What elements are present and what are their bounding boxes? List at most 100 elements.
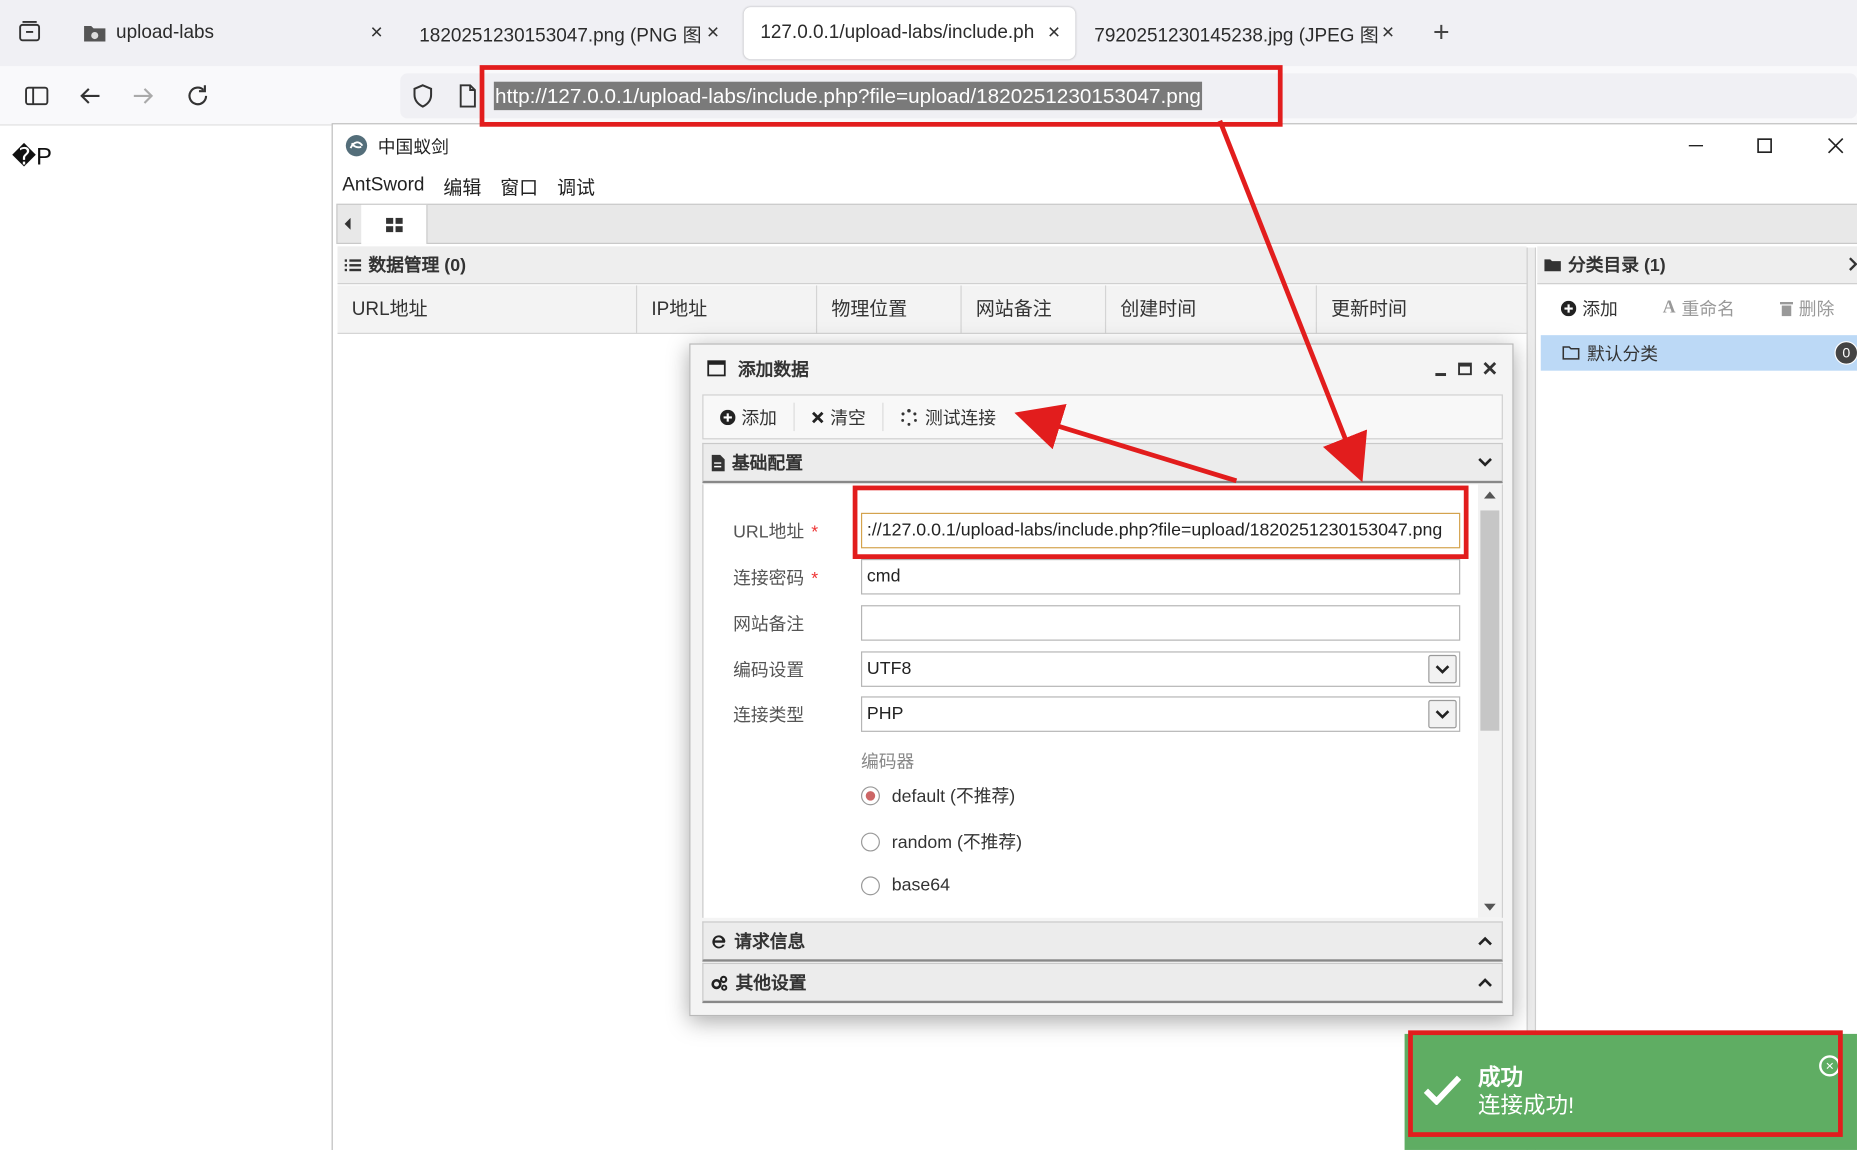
dialog-maximize-icon[interactable]	[1458, 362, 1472, 376]
column-note[interactable]: 网站备注	[962, 285, 1107, 334]
test-connection-label: 测试连接	[924, 407, 997, 429]
section-basic-config[interactable]: 基础配置	[702, 442, 1503, 484]
radio-icon	[860, 875, 880, 895]
shield-icon[interactable]	[410, 83, 436, 109]
column-updated[interactable]: 更新时间	[1317, 285, 1527, 334]
chevron-up-icon	[1478, 977, 1492, 988]
sidebar-toggle-icon[interactable]	[19, 78, 55, 114]
tab-close-icon[interactable]: ×	[1376, 20, 1400, 45]
dialog-minimize-icon[interactable]	[1434, 364, 1447, 377]
scrollbar-thumb[interactable]	[1480, 510, 1500, 731]
ie-icon	[711, 933, 728, 950]
forward-icon[interactable]	[126, 78, 162, 114]
column-location[interactable]: 物理位置	[817, 285, 962, 334]
category-count-badge: 0	[1834, 341, 1857, 365]
menu-debug[interactable]: 调试	[557, 172, 595, 200]
browser-tab-png-image[interactable]: 1820251230153047.png (PNG 图像 ×	[403, 7, 735, 59]
back-icon[interactable]	[72, 78, 108, 114]
browser-tab-upload-labs[interactable]: upload-labs ×	[66, 7, 398, 59]
toast-title: 成功	[1478, 1065, 1524, 1091]
dialog-clear-button[interactable]: 清空	[795, 402, 884, 432]
plus-circle-icon	[720, 409, 736, 425]
scroll-down-icon[interactable]	[1483, 903, 1496, 911]
menu-edit[interactable]: 编辑	[443, 172, 481, 200]
dialog-close-icon[interactable]	[1483, 361, 1497, 375]
type-select[interactable]: PHP	[860, 696, 1461, 732]
category-rename-button[interactable]: A 重命名	[1663, 295, 1735, 320]
chevron-right-icon[interactable]	[1849, 257, 1857, 271]
address-url-text[interactable]: http://127.0.0.1/upload-labs/include.php…	[493, 81, 1203, 111]
category-item-label: 默认分类	[1586, 344, 1659, 365]
dialog-toolbar: 添加 清空 测试连接	[702, 394, 1503, 440]
scroll-left-icon[interactable]	[342, 216, 351, 239]
menu-antsword[interactable]: AntSword	[342, 175, 424, 196]
password-field-label: 连接密码 *	[733, 568, 819, 589]
scroll-up-icon[interactable]	[1483, 491, 1496, 499]
toast-close-icon[interactable]: ×	[1819, 1055, 1841, 1077]
test-connection-button[interactable]: 测试连接	[884, 403, 1013, 431]
encoder-option-label: default (不推荐)	[891, 786, 1016, 807]
browser-tab-jpeg-image[interactable]: 7920251230145238.jpg (JPEG 图像 ×	[1078, 7, 1410, 59]
dialog-title-bar: 添加数据	[690, 345, 1512, 392]
encoder-radio-base64[interactable]: base64	[860, 875, 950, 895]
window-icon	[707, 360, 726, 377]
dialog-add-button[interactable]: 添加	[703, 402, 795, 432]
tab-close-icon[interactable]: ×	[365, 20, 389, 45]
encoding-select[interactable]: UTF8	[860, 651, 1461, 687]
page-icon[interactable]	[457, 83, 478, 109]
column-ip[interactable]: IP地址	[637, 285, 818, 334]
antsword-menu-bar: AntSword 编辑 窗口 调试	[333, 169, 605, 202]
antsword-logo-icon	[345, 134, 369, 158]
column-url[interactable]: URL地址	[338, 285, 638, 334]
browser-tab-include-php[interactable]: 127.0.0.1/upload-labs/include.ph ×	[743, 7, 1076, 60]
tab-label: 127.0.0.1/upload-labs/include.ph	[760, 22, 1035, 43]
list-icon	[344, 258, 362, 272]
section-request-info[interactable]: 请求信息	[702, 921, 1503, 962]
section-other-settings[interactable]: 其他设置	[702, 962, 1503, 1004]
tab-close-icon[interactable]: ×	[701, 20, 725, 45]
chevron-down-icon[interactable]	[1428, 654, 1457, 684]
success-toast: 成功 连接成功! ×	[1404, 1033, 1857, 1150]
category-toolbar: 添加 A 重命名 删除	[1537, 285, 1857, 330]
category-add-button[interactable]: 添加	[1560, 295, 1618, 320]
chevron-down-icon[interactable]	[1428, 699, 1457, 729]
column-created[interactable]: 创建时间	[1106, 285, 1317, 334]
home-tab[interactable]	[361, 204, 428, 244]
plus-circle-icon	[1560, 300, 1577, 316]
data-panel-header: 数据管理 (0)	[337, 246, 1527, 285]
panel-splitter[interactable]	[1526, 247, 1537, 1150]
toast-message: 连接成功!	[1478, 1094, 1575, 1120]
document-icon	[711, 454, 725, 471]
menu-window[interactable]: 窗口	[500, 172, 538, 200]
dialog-clear-label: 清空	[830, 407, 866, 429]
password-input[interactable]: cmd	[860, 558, 1461, 595]
tab-close-icon[interactable]: ×	[1042, 20, 1066, 45]
tab-label: upload-labs	[116, 22, 215, 43]
close-icon[interactable]	[1818, 131, 1854, 159]
browser-tab-bar: upload-labs × 1820251230153047.png (PNG …	[0, 0, 1857, 67]
section-other-label: 其他设置	[735, 973, 807, 994]
form-scrollbar[interactable]	[1478, 484, 1502, 918]
tab-overview-icon[interactable]	[12, 14, 48, 50]
encoder-radio-default[interactable]: default (不推荐)	[860, 783, 1016, 808]
category-item-default[interactable]: 默认分类 0	[1540, 335, 1857, 371]
category-delete-button[interactable]: 删除	[1779, 295, 1834, 320]
category-rename-label: 重命名	[1681, 299, 1735, 320]
url-input[interactable]: ://127.0.0.1/upload-labs/include.php?fil…	[860, 512, 1461, 549]
new-tab-button[interactable]: +	[1416, 7, 1468, 59]
maximize-icon[interactable]	[1747, 131, 1783, 159]
note-field-label: 网站备注	[733, 614, 805, 635]
chevron-up-icon	[1478, 936, 1492, 947]
minimize-icon[interactable]	[1678, 131, 1714, 159]
encoder-radio-random[interactable]: random (不推荐)	[860, 829, 1022, 854]
data-panel-title: 数据管理 (0)	[368, 255, 467, 276]
folder-outline-icon	[1562, 346, 1580, 360]
category-panel-header: 分类目录 (1)	[1537, 246, 1857, 285]
antsword-title: 中国蚁剑	[377, 136, 449, 157]
reload-icon[interactable]	[180, 78, 216, 114]
dialog-add-label: 添加	[741, 407, 777, 429]
folder-icon	[1544, 258, 1561, 272]
note-input[interactable]	[860, 605, 1461, 641]
section-request-label: 请求信息	[734, 932, 806, 953]
screen: upload-labs × 1820251230153047.png (PNG …	[0, 0, 1857, 1150]
